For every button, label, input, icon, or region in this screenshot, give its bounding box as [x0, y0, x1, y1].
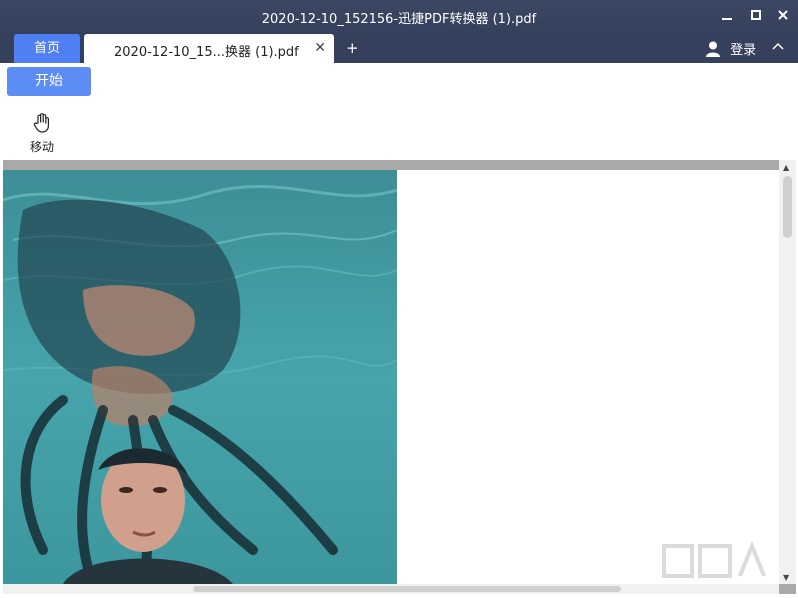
ribbon-toolbar: 开始 移动 — [0, 63, 798, 160]
scroll-up-icon[interactable]: ▲ — [783, 163, 789, 172]
close-icon — [778, 8, 788, 24]
move-tool-label: 移动 — [29, 140, 54, 154]
login-label: 登录 — [730, 43, 757, 58]
move-tool-button[interactable]: 移动 — [24, 113, 60, 155]
add-tab-button[interactable]: + — [346, 39, 359, 57]
minimize-button[interactable] — [715, 5, 739, 27]
start-tab-button[interactable]: 开始 — [7, 67, 91, 96]
horizontal-scroll-thumb[interactable] — [193, 586, 621, 592]
pdf-page — [3, 170, 780, 584]
tab-document-label: 2020-12-10_15...换器 (1).pdf — [114, 45, 299, 60]
underwater-photo — [3, 170, 397, 584]
tab-close-icon[interactable]: ✕ — [314, 40, 326, 56]
minimize-icon — [722, 8, 732, 24]
document-viewer[interactable]: ▲ ▼ — [3, 160, 796, 594]
user-icon — [706, 41, 730, 58]
vertical-scrollbar[interactable]: ▲ ▼ — [779, 160, 796, 584]
watermark-logo — [660, 540, 780, 590]
maximize-icon — [751, 8, 761, 24]
chevron-up-icon — [772, 38, 784, 54]
title-bar: 2020-12-10_152156-迅捷PDF转换器 (1).pdf — [0, 0, 798, 34]
tab-bar: 首页 2020-12-10_15...换器 (1).pdf ✕ + 登录 — [0, 34, 798, 63]
scroll-down-icon[interactable]: ▼ — [783, 573, 789, 582]
tab-document[interactable]: 2020-12-10_15...换器 (1).pdf ✕ — [84, 34, 334, 63]
maximize-button[interactable] — [744, 5, 768, 27]
window-title: 2020-12-10_152156-迅捷PDF转换器 (1).pdf — [261, 12, 537, 27]
close-button[interactable] — [771, 5, 795, 27]
login-button[interactable]: 登录 — [706, 39, 756, 58]
vertical-scroll-thumb[interactable] — [783, 176, 792, 238]
collapse-ribbon-button[interactable] — [772, 38, 784, 54]
tab-home[interactable]: 首页 — [14, 34, 80, 63]
hand-icon — [33, 113, 51, 136]
app-window: 2020-12-10_152156-迅捷PDF转换器 (1).pdf 首页 20… — [0, 0, 798, 598]
